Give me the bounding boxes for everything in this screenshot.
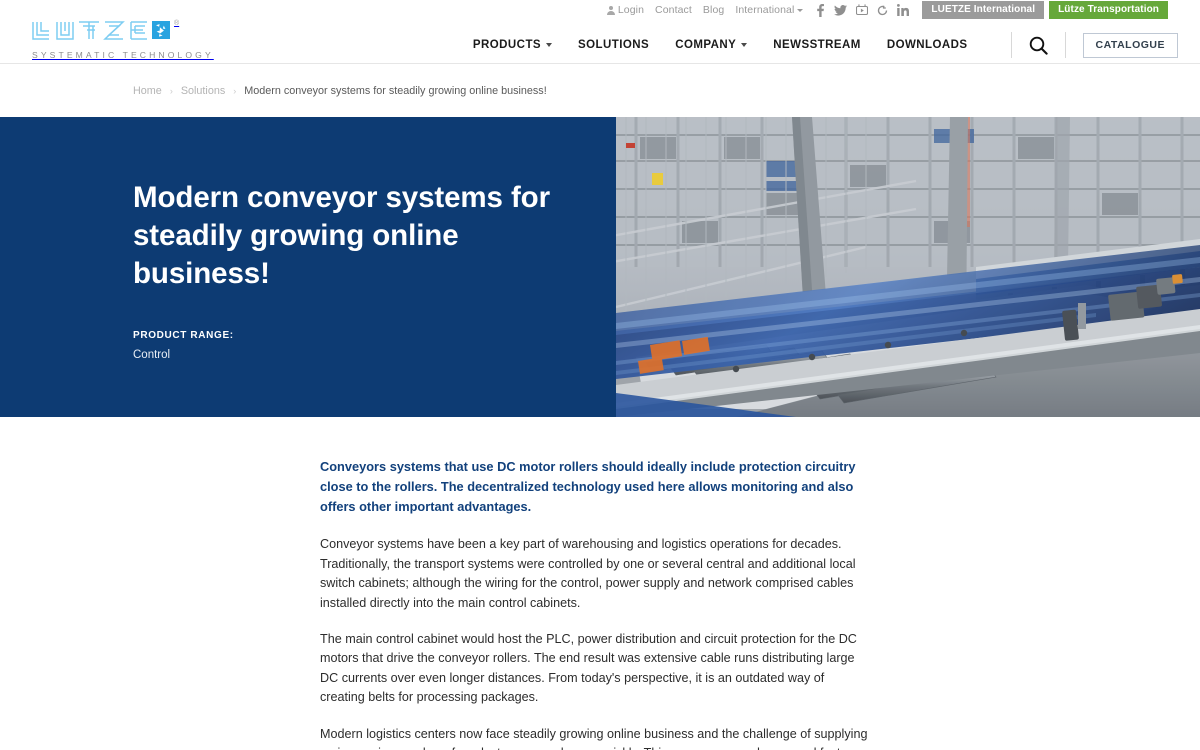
chevron-down-icon (546, 43, 553, 47)
nav-divider (1064, 32, 1066, 58)
chevron-down-icon (741, 43, 748, 47)
product-range-label: PRODUCT RANGE: (133, 330, 234, 341)
page-title: Modern conveyor systems for steadily gro… (133, 181, 550, 291)
nav-item-products[interactable]: PRODUCTS (472, 39, 553, 51)
facebook-icon[interactable] (816, 3, 825, 17)
blog-link[interactable]: Blog (703, 4, 724, 16)
nav-label-company: COMPANY (675, 39, 737, 51)
breadcrumb-item-current: Modern conveyor systems for steadily gro… (244, 84, 547, 97)
site-logo[interactable]: ® SYSTEMATIC TECHNOLOGY (30, 20, 214, 60)
login-label: Login (617, 4, 645, 16)
contact-link[interactable]: Contact (655, 4, 692, 16)
article-lead: Conveyors systems that use DC motor roll… (320, 459, 856, 514)
nav-item-downloads[interactable]: DOWNLOADS (887, 39, 968, 51)
hero-image (616, 117, 1200, 417)
search-button[interactable] (1029, 36, 1048, 55)
article-paragraph: The main control cabinet would host the … (320, 632, 857, 705)
catalogue-button[interactable]: CATALOGUE (1082, 32, 1178, 58)
hero-section: Modern conveyor systems for steadily gro… (0, 117, 1200, 417)
language-label: International (735, 4, 795, 16)
breadcrumb-item-solutions[interactable]: Solutions (181, 85, 225, 97)
nav-item-newsstream[interactable]: NEWSSTREAM (773, 39, 861, 51)
nav-item-solutions[interactable]: SOLUTIONS (578, 39, 649, 51)
language-selector[interactable]: International (735, 4, 804, 16)
chevron-down-icon (797, 8, 804, 12)
linkedin-icon[interactable] (897, 4, 910, 16)
logo-wordmark (32, 21, 170, 40)
xing-icon[interactable] (877, 5, 888, 16)
hero-text-panel: Modern conveyor systems for steadily gro… (0, 117, 616, 417)
article-paragraph: Conveyor systems have been a key part of… (320, 537, 856, 610)
youtube-icon[interactable] (856, 4, 869, 16)
article-paragraph: Modern logistics centers now face steadi… (320, 726, 868, 750)
main-navigation: PRODUCTS SOLUTIONS COMPANY NEWSSTREAM DO… (473, 20, 1178, 58)
twitter-icon[interactable] (834, 4, 848, 16)
badge-luetze-transportation[interactable]: Lütze Transportation (1049, 1, 1168, 19)
utility-bar: Login Contact Blog International LUETZE … (0, 0, 1200, 20)
product-range-value: Control (133, 349, 171, 361)
hero-image-panel (616, 117, 1200, 417)
social-links (816, 3, 910, 17)
badge-luetze-international[interactable]: LUETZE International (922, 1, 1045, 19)
hero-meta: PRODUCT RANGE: Control (133, 330, 234, 361)
trademark-symbol: ® (174, 20, 180, 27)
article-body: Conveyors systems that use DC motor roll… (0, 417, 880, 750)
person-icon (606, 5, 615, 15)
nav-divider (1010, 32, 1012, 58)
nav-label-products: PRODUCTS (472, 39, 542, 51)
login-link[interactable]: Login (606, 4, 645, 16)
breadcrumb: Home › Solutions › Modern conveyor syste… (0, 64, 1200, 117)
breadcrumb-separator: › (233, 85, 237, 96)
site-header: ® SYSTEMATIC TECHNOLOGY PRODUCTS SOLUTIO… (0, 20, 1200, 64)
search-icon (1029, 36, 1048, 55)
breadcrumb-item-home[interactable]: Home (133, 85, 162, 97)
logo-tagline: SYSTEMATIC TECHNOLOGY (32, 50, 214, 60)
nav-item-company[interactable]: COMPANY (675, 39, 748, 51)
breadcrumb-separator: › (169, 85, 173, 96)
